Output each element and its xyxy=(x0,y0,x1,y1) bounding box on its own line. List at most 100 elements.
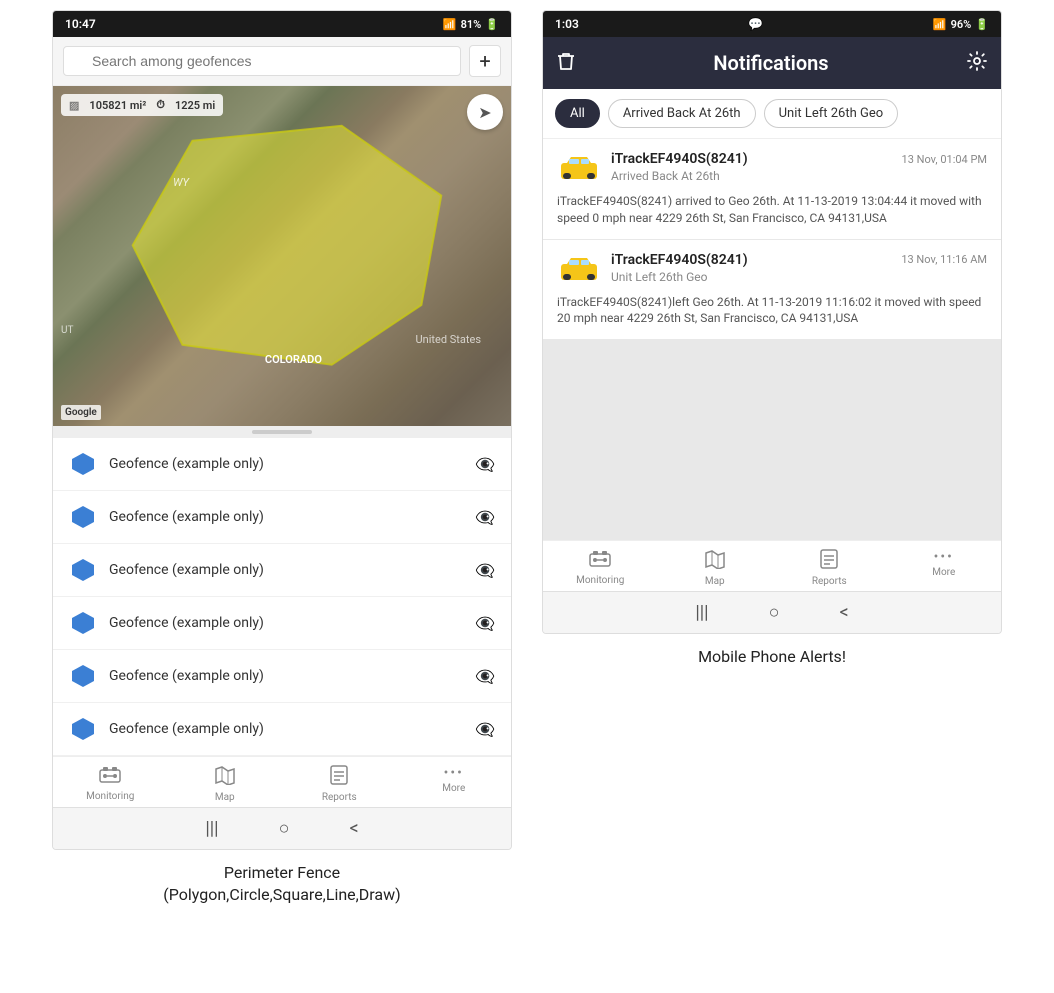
status-bar-left: 10:47 📶 81% 🔋 xyxy=(53,11,511,37)
eye-off-icon[interactable]: 👁️‍🗨️ xyxy=(475,667,495,686)
status-icons-left: 📶 81% 🔋 xyxy=(443,18,499,31)
android-home-r[interactable]: ○ xyxy=(769,602,780,623)
geofence-polygon-icon xyxy=(69,556,97,584)
notif-card-header: iTrackEF4940S(8241) 13 Nov, 11:16 AM Uni… xyxy=(557,252,987,288)
reports-icon-r xyxy=(819,549,839,574)
android-recents-r[interactable]: ||| xyxy=(695,602,708,623)
geofence-polygon xyxy=(53,86,511,425)
time-left: 10:47 xyxy=(65,17,96,31)
android-back[interactable]: < xyxy=(349,818,358,839)
notif-time: 13 Nov, 11:16 AM xyxy=(901,253,987,266)
more-icon: ••• xyxy=(444,765,464,781)
notif-subtitle: Arrived Back At 26th xyxy=(611,169,987,183)
nav-map[interactable]: Map xyxy=(168,765,283,803)
geofence-label: Geofence (example only) xyxy=(109,668,463,684)
android-home[interactable]: ○ xyxy=(279,818,290,839)
map-label-ut: UT xyxy=(61,325,73,336)
notif-title-row: iTrackEF4940S(8241) 13 Nov, 11:16 AM xyxy=(611,252,987,268)
map-stats: ▨ 105821 mi² ⏱ 1225 mi xyxy=(61,94,223,116)
geofence-label: Geofence (example only) xyxy=(109,562,463,578)
geofence-item[interactable]: Geofence (example only) 👁️‍🗨️ xyxy=(53,438,511,491)
battery-icon-left: 🔋 xyxy=(485,18,499,31)
battery-left: 81% xyxy=(461,18,482,31)
notif-body: iTrackEF4940S(8241)left Geo 26th. At 11-… xyxy=(557,294,987,328)
nav-monitoring-r[interactable]: Monitoring xyxy=(543,549,658,587)
monitoring-icon xyxy=(99,765,121,789)
geofence-polygon-icon xyxy=(69,662,97,690)
nav-more-r[interactable]: ••• More xyxy=(887,549,1002,587)
notification-item[interactable]: iTrackEF4940S(8241) 13 Nov, 11:16 AM Uni… xyxy=(543,240,1001,341)
notif-card-info: iTrackEF4940S(8241) 13 Nov, 11:16 AM Uni… xyxy=(611,252,987,288)
eye-off-icon[interactable]: 👁️‍🗨️ xyxy=(475,508,495,527)
notif-card-info: iTrackEF4940S(8241) 13 Nov, 01:04 PM Arr… xyxy=(611,151,987,187)
notif-device-name: iTrackEF4940S(8241) xyxy=(611,252,748,268)
filter-row: All Arrived Back At 26th Unit Left 26th … xyxy=(543,89,1001,139)
status-bar-right: 1:03 💬 📶 96% 🔋 xyxy=(543,11,1001,37)
geofence-item[interactable]: Geofence (example only) 👁️‍🗨️ xyxy=(53,703,511,756)
left-phone: 10:47 📶 81% 🔋 🔍 + WY UT xyxy=(52,10,512,907)
geofence-item[interactable]: Geofence (example only) 👁️‍🗨️ xyxy=(53,491,511,544)
notif-time: 13 Nov, 01:04 PM xyxy=(902,153,987,166)
wifi-icon-right: 📶 xyxy=(933,18,947,31)
monitoring-icon-r xyxy=(589,549,611,573)
nav-more[interactable]: ••• More xyxy=(397,765,512,803)
more-icon-r: ••• xyxy=(934,549,954,565)
notification-item[interactable]: iTrackEF4940S(8241) 13 Nov, 01:04 PM Arr… xyxy=(543,139,1001,240)
eye-off-icon[interactable]: 👁️‍🗨️ xyxy=(475,614,495,633)
car-icon xyxy=(557,254,601,284)
notif-card-header: iTrackEF4940S(8241) 13 Nov, 01:04 PM Arr… xyxy=(557,151,987,187)
settings-button[interactable] xyxy=(967,51,987,76)
caption-right-line1: Mobile Phone Alerts! xyxy=(698,646,846,668)
eye-off-icon[interactable]: 👁️‍🗨️ xyxy=(475,561,495,580)
android-back-r[interactable]: < xyxy=(839,602,848,623)
reports-icon xyxy=(329,765,349,790)
add-geofence-button[interactable]: + xyxy=(469,45,501,77)
search-input[interactable] xyxy=(63,46,461,76)
nav-map-r[interactable]: Map xyxy=(658,549,773,587)
nav-more-label-r: More xyxy=(932,567,955,578)
nav-map-label: Map xyxy=(215,792,235,803)
filter-all[interactable]: All xyxy=(555,99,600,128)
nav-monitoring[interactable]: Monitoring xyxy=(53,765,168,803)
map-icon-r xyxy=(705,549,725,574)
filter-arrived[interactable]: Arrived Back At 26th xyxy=(608,99,756,128)
compass-button[interactable]: ➤ xyxy=(467,94,503,130)
right-phone: 1:03 💬 📶 96% 🔋 Notifications xyxy=(542,10,1002,669)
eye-off-icon[interactable]: 👁️‍🗨️ xyxy=(475,720,495,739)
left-phone-screen: 10:47 📶 81% 🔋 🔍 + WY UT xyxy=(52,10,512,850)
map-label-wy: WY xyxy=(173,176,189,189)
eye-off-icon[interactable]: 👁️‍🗨️ xyxy=(475,455,495,474)
notification-map-area xyxy=(543,340,1001,540)
notif-device-name: iTrackEF4940S(8241) xyxy=(611,151,748,167)
time-right: 1:03 xyxy=(555,17,579,31)
geofence-polygon-icon xyxy=(69,609,97,637)
search-wrapper: 🔍 xyxy=(63,46,461,76)
android-nav-left: ||| ○ < xyxy=(53,807,511,849)
bottom-nav-right: Monitoring Map xyxy=(543,540,1001,591)
nav-reports-r[interactable]: Reports xyxy=(772,549,887,587)
filter-left[interactable]: Unit Left 26th Geo xyxy=(764,99,899,128)
android-recents[interactable]: ||| xyxy=(205,818,218,839)
wifi-icon-left: 📶 xyxy=(443,18,457,31)
map-area-icon: ▨ xyxy=(69,99,79,112)
notifications-list: iTrackEF4940S(8241) 13 Nov, 01:04 PM Arr… xyxy=(543,139,1001,540)
map-area: WY UT United States COLORADO ▨ 105821 mi… xyxy=(53,86,511,426)
geofence-label: Geofence (example only) xyxy=(109,509,463,525)
nav-monitoring-label: Monitoring xyxy=(86,791,134,802)
nav-reports[interactable]: Reports xyxy=(282,765,397,803)
geofence-label: Geofence (example only) xyxy=(109,456,463,472)
status-icons-right: 📶 96% 🔋 xyxy=(933,18,989,31)
geofence-item[interactable]: Geofence (example only) 👁️‍🗨️ xyxy=(53,597,511,650)
geofence-label: Geofence (example only) xyxy=(109,721,463,737)
map-dist-value: 1225 mi xyxy=(175,99,215,112)
right-caption: Mobile Phone Alerts! xyxy=(698,646,846,668)
android-nav-right: ||| ○ < xyxy=(543,591,1001,633)
car-icon xyxy=(557,153,601,183)
geofence-item[interactable]: Geofence (example only) 👁️‍🗨️ xyxy=(53,650,511,703)
delete-button[interactable] xyxy=(557,51,575,76)
notifications-header: Notifications xyxy=(543,37,1001,89)
bottom-nav-left: Monitoring Map xyxy=(53,756,511,807)
map-label-us: United States xyxy=(416,333,481,346)
battery-right: 96% xyxy=(951,18,972,31)
geofence-item[interactable]: Geofence (example only) 👁️‍🗨️ xyxy=(53,544,511,597)
